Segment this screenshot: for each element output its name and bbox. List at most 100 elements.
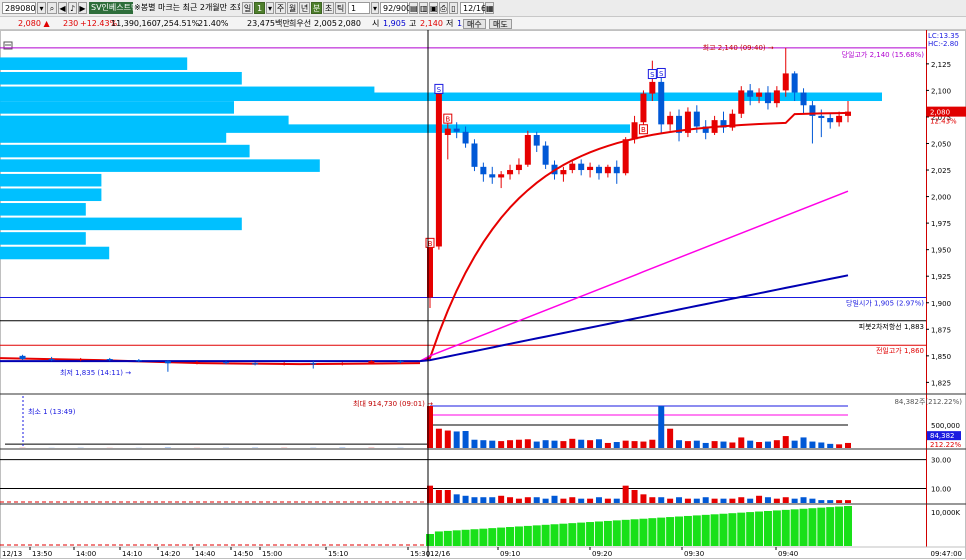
search-icon[interactable]: ⌕ <box>47 2 57 14</box>
candle <box>480 166 487 175</box>
candle <box>640 93 647 123</box>
dropdown-icon[interactable]: ▾ <box>37 2 46 14</box>
volume-pct: 7,254.51% <box>156 19 200 28</box>
calendar-icon[interactable]: ▦ <box>485 2 494 14</box>
volume-value: 11,390,160 <box>111 19 157 28</box>
volume-ratio-bar <box>711 498 718 503</box>
next-icon[interactable]: ▶ <box>78 2 87 14</box>
volume-ratio-bar <box>498 495 505 503</box>
volume-bar <box>587 440 594 448</box>
hc-label: HC:-2.80 <box>928 40 959 48</box>
cumulative-volume-bar <box>603 520 612 546</box>
cum-axis-label: 10,000K <box>931 509 960 517</box>
candle <box>738 90 745 114</box>
volume-ratio-bar <box>836 500 843 503</box>
ma-line-short <box>419 111 849 363</box>
volume-bar <box>542 440 549 448</box>
tab-minute[interactable]: 분 <box>311 2 322 14</box>
candle <box>524 134 531 165</box>
print-icon[interactable]: ⎙ <box>439 2 448 14</box>
date-input[interactable]: 12/16 <box>460 2 486 14</box>
buy-button[interactable]: 매수 <box>463 19 486 29</box>
volume-ratio-bar <box>595 497 602 503</box>
candle <box>587 166 594 171</box>
chart-icon[interactable]: ▥ <box>419 2 428 14</box>
candle <box>471 143 478 167</box>
cumulative-volume-bar <box>550 524 559 546</box>
volume-bar <box>809 441 816 448</box>
volume-bar <box>489 440 496 448</box>
time-tick-label: 13:50 <box>32 550 52 558</box>
cumulative-volume-bar <box>790 509 799 546</box>
current-price-value: 2,080 <box>18 19 41 28</box>
clipboard-icon[interactable]: ▤ <box>409 2 418 14</box>
volume-ratio-bar <box>667 498 674 503</box>
tab-second[interactable]: 초 <box>323 2 334 14</box>
volume-bar <box>640 441 647 448</box>
stock-chart[interactable]: SBBSBS최고 2,140 (09:40) →최저 1,835 (14:11)… <box>0 30 966 560</box>
cumulative-volume-bar <box>497 527 506 546</box>
candle <box>489 174 496 178</box>
cumulative-volume-bar <box>434 531 443 546</box>
volume-ratio-bar <box>489 497 496 503</box>
tab-year[interactable]: 년 <box>299 2 310 14</box>
candle <box>397 361 404 363</box>
price-tick-label: 2,025 <box>931 167 951 175</box>
candle <box>791 73 798 93</box>
prev-high-label: 전일고가 1,860 <box>876 346 924 355</box>
quote-bar: 2,080 ▲ 230 +12.43% 11,390,160 7,254.51%… <box>0 17 966 30</box>
candle <box>658 81 665 125</box>
candle <box>19 355 26 360</box>
volume-bar <box>533 441 540 448</box>
volume-ratio-bar <box>640 494 647 503</box>
high-annotation: 최고 2,140 (09:40) → <box>703 43 774 52</box>
cumulative-volume-bar <box>568 523 577 546</box>
tab-month[interactable]: 월 <box>287 2 298 14</box>
volume-bar <box>773 440 780 448</box>
candle <box>453 128 460 132</box>
candle <box>649 81 656 94</box>
interval-select[interactable]: 1 <box>348 2 370 14</box>
tab-week[interactable]: 주 <box>275 2 286 14</box>
candle <box>782 73 789 91</box>
volume-ratio-bar <box>435 490 442 503</box>
signal-marker-label: S <box>650 71 655 79</box>
volume-profile-bar <box>0 188 102 202</box>
candle <box>578 163 585 171</box>
tab-dropdown-icon[interactable]: ▾ <box>266 2 274 14</box>
interval-dropdown-icon[interactable]: ▾ <box>371 2 379 14</box>
count-input[interactable]: 92/900 <box>380 2 411 14</box>
cumulative-volume-bar <box>701 514 710 546</box>
volume-ratio-bar <box>631 490 638 503</box>
signal-marker-label: S <box>659 70 664 78</box>
volume-ref-label: 84,382주(212.22%) <box>894 398 962 406</box>
cumulative-volume-bar <box>826 507 835 546</box>
volume-bar <box>702 442 709 448</box>
volume-bar <box>462 430 469 448</box>
current-pct-label: 12.43% <box>930 118 957 126</box>
low-label: 저 <box>446 19 454 28</box>
pivot-label: 피봇2차저항선 1,883 <box>859 322 924 331</box>
volume-ratio-bar <box>693 498 700 503</box>
cumulative-volume-bar <box>719 513 728 546</box>
sell-button[interactable]: 매도 <box>489 19 512 29</box>
save-icon[interactable]: ▣ <box>429 2 438 14</box>
volume-profile-bar <box>0 173 102 187</box>
prev-icon[interactable]: ◀ <box>58 2 67 14</box>
cumulative-volume-bar <box>737 512 746 546</box>
tab-day-interval[interactable]: 1 <box>254 2 265 14</box>
doc-icon[interactable]: ▯ <box>449 2 458 14</box>
cumulative-volume-bar <box>781 509 790 546</box>
cumulative-volume-bar <box>559 523 568 546</box>
sound-icon[interactable]: ♪ <box>68 2 77 14</box>
stock-code-input[interactable]: 289080 <box>2 2 36 14</box>
cumulative-volume-bar <box>763 510 772 546</box>
tab-tick[interactable]: 틱 <box>335 2 346 14</box>
volume-profile-bar <box>0 159 320 172</box>
tab-day[interactable]: 일 <box>242 2 253 14</box>
buy-button-label: 매수 <box>467 20 482 29</box>
price-tick-label: 2,125 <box>931 61 951 69</box>
candle <box>339 363 346 365</box>
volume-bar <box>729 442 736 448</box>
volume-bar <box>800 437 807 448</box>
